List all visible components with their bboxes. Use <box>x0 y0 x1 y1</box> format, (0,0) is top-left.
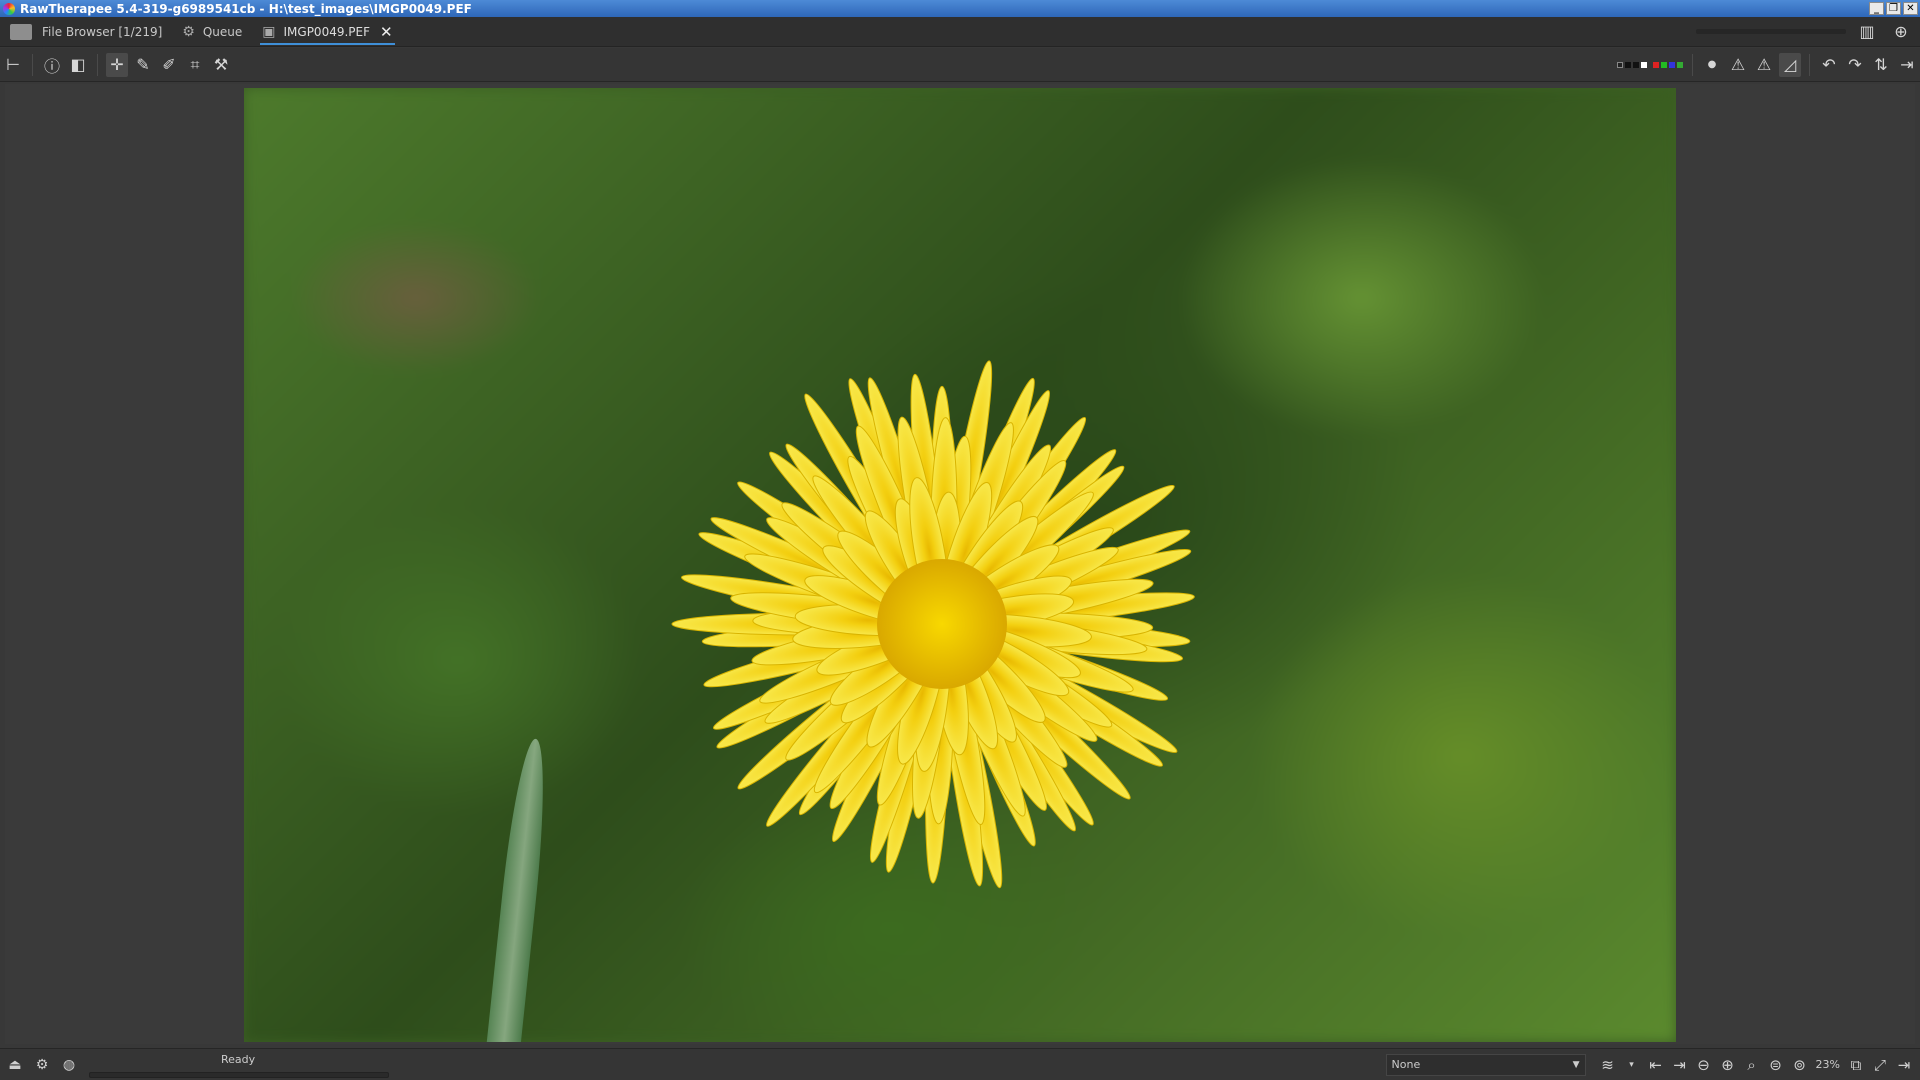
dandelion-flower <box>671 360 1195 889</box>
status-progress-bar <box>89 1071 389 1078</box>
white-balance-picker-icon[interactable]: ✎ <box>132 53 154 77</box>
edit-external-icon[interactable]: ◍ <box>57 1053 81 1077</box>
toolbar-divider <box>32 53 33 76</box>
clip-indicator-icon[interactable]: ● <box>1701 53 1723 77</box>
next-image-icon[interactable]: ⇥ <box>1669 1054 1691 1076</box>
zoom-100-icon[interactable]: ⊚ <box>1789 1054 1811 1076</box>
editor-toolbar: ⊢ ⓘ ◧ ✛ ✎ ✐ ⌗ ⚒ ● ⚠ ⚠ ◿ ↶ ↷ ⇅ ⇥ <box>0 48 1920 82</box>
straighten-icon[interactable]: ⚒ <box>210 53 232 77</box>
title-bar: RawTherapee 5.4-319-g6989541cb - H:\test… <box>0 0 1920 17</box>
tab-bar: File Browser [1/219] ⚙ Queue ▣ IMGP0049.… <box>0 17 1920 47</box>
rotate-left-icon[interactable]: ↶ <box>1818 53 1840 77</box>
flip-vertical-icon[interactable]: ⇥ <box>1896 53 1918 77</box>
chevron-down-icon[interactable]: ▾ <box>1621 1054 1643 1076</box>
color-picker-icon[interactable]: ✐ <box>158 53 180 77</box>
send-to-queue-icon[interactable]: ⏏ <box>3 1053 27 1077</box>
status-bar: ⏏ ⚙ ◍ Ready None ▼ ≋ ▾ ⇤ ⇥ ⊖ ⊕ ⌕ ⊜ ⊚ 23%… <box>0 1048 1920 1080</box>
tab-file-browser[interactable]: File Browser [1/219] <box>0 17 172 47</box>
single-tab-mode-icon[interactable]: ▥ <box>1856 20 1878 44</box>
minimize-button[interactable]: _ <box>1869 2 1884 15</box>
tab-queue-label: Queue <box>202 24 243 39</box>
status-text: Ready <box>221 1052 256 1066</box>
gears-icon: ⚙ <box>182 23 195 40</box>
navigator-icon[interactable]: ≋ <box>1597 1054 1619 1076</box>
toolbar-divider <box>1809 53 1810 76</box>
close-window-button[interactable]: ✕ <box>1903 2 1918 15</box>
new-detail-window-icon[interactable]: ⧉ <box>1845 1054 1867 1076</box>
chevron-down-icon: ▼ <box>1572 1059 1580 1070</box>
preview-image[interactable] <box>244 88 1676 1042</box>
profile-select-value: None <box>1391 1058 1421 1071</box>
toolbar-divider <box>97 53 98 76</box>
status-area: Ready <box>89 1051 389 1079</box>
app-icon <box>3 2 15 15</box>
tab-editor[interactable]: ▣ IMGP0049.PEF ✕ <box>252 17 402 47</box>
shadow-warning-icon[interactable]: ⚠ <box>1753 53 1775 77</box>
preferences-icon[interactable]: ⊕ <box>1890 20 1912 44</box>
tabbar-right: ▥ ⊕ <box>1696 20 1920 44</box>
preview-mode-icon[interactable] <box>1616 53 1648 77</box>
rotate-right-icon[interactable]: ↷ <box>1844 53 1866 77</box>
zoom-level: 23% <box>1815 1058 1840 1071</box>
crop-icon[interactable]: ⌗ <box>184 53 206 77</box>
toolbar-divider <box>1692 53 1693 76</box>
restore-button[interactable]: ❐ <box>1886 2 1901 15</box>
hide-history-icon[interactable]: ⊢ <box>2 53 24 77</box>
window-title: RawTherapee 5.4-319-g6989541cb - H:\test… <box>20 1 472 16</box>
hand-tool-icon[interactable]: ✛ <box>106 52 128 77</box>
zoom-out-icon[interactable]: ⊖ <box>1693 1054 1715 1076</box>
hide-panels-icon[interactable]: ⇥ <box>1893 1054 1915 1076</box>
close-tab-icon[interactable]: ✕ <box>380 23 393 41</box>
flip-horizontal-icon[interactable]: ⇅ <box>1870 53 1892 77</box>
zoom-fit-crop-icon[interactable]: ⊜ <box>1765 1054 1787 1076</box>
histogram-icon[interactable]: ◿ <box>1779 52 1801 77</box>
before-after-icon[interactable]: ◧ <box>67 53 89 77</box>
highlight-warning-icon[interactable]: ⚠ <box>1727 53 1749 77</box>
image-icon: ▣ <box>262 23 276 40</box>
status-right: None ▼ ≋ ▾ ⇤ ⇥ ⊖ ⊕ ⌕ ⊜ ⊚ 23% ⧉ ⤢ ⇥ <box>1385 1053 1920 1076</box>
tab-queue[interactable]: ⚙ Queue <box>172 17 252 47</box>
queue-settings-icon[interactable]: ⚙ <box>30 1053 54 1077</box>
tab-editor-label: IMGP0049.PEF <box>283 24 371 39</box>
channel-preview-icon[interactable] <box>1652 53 1684 77</box>
folder-icon <box>10 23 32 40</box>
top-progress-bar <box>1696 29 1846 34</box>
profile-select[interactable]: None ▼ <box>1385 1053 1586 1076</box>
previous-image-icon[interactable]: ⇤ <box>1645 1054 1667 1076</box>
zoom-fit-icon[interactable]: ⌕ <box>1741 1054 1763 1076</box>
info-icon[interactable]: ⓘ <box>41 53 63 77</box>
tab-file-browser-label: File Browser [1/219] <box>42 24 163 39</box>
fullscreen-icon[interactable]: ⤢ <box>1869 1054 1891 1076</box>
zoom-in-icon[interactable]: ⊕ <box>1717 1054 1739 1076</box>
